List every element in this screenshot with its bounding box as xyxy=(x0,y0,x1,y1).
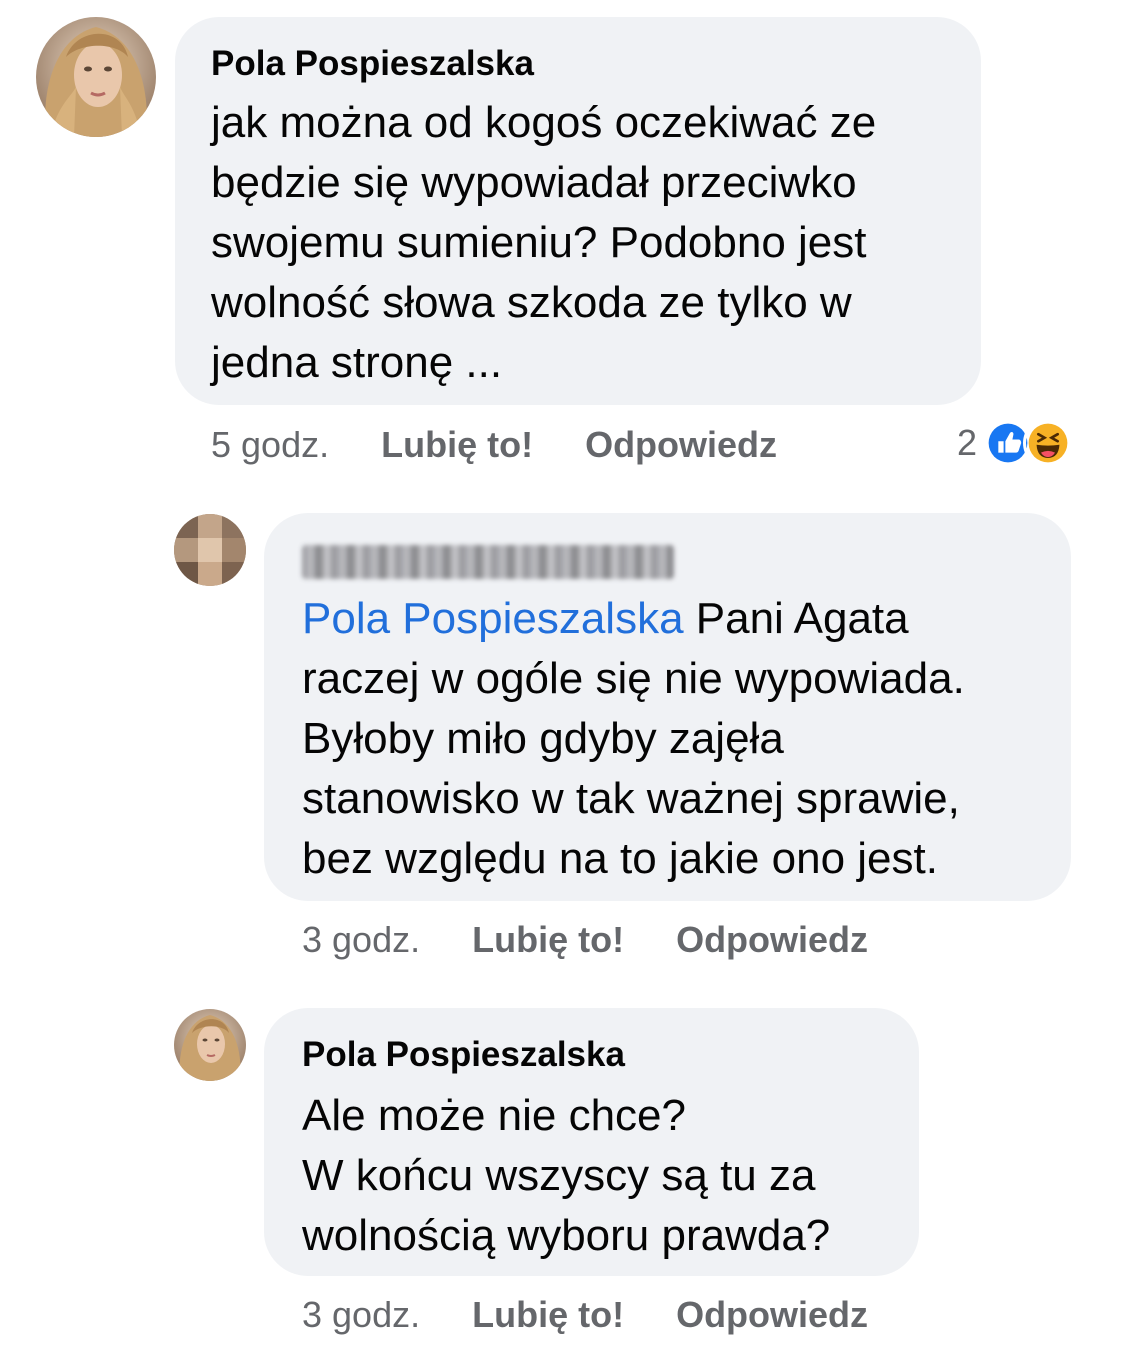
reaction-count: 2 xyxy=(957,422,978,463)
comment-text: Pola Pospieszalska Pani Agata raczej w o… xyxy=(302,589,1035,889)
comment-text-line: bez względu na to jakie ono jest. xyxy=(302,834,938,883)
comment-text: jak można od kogoś oczekiwać ze będzie s… xyxy=(211,93,945,393)
reactions-summary[interactable]: 2 xyxy=(957,418,1074,468)
comment-text-line: W końcu wszyscy są tu za xyxy=(302,1151,816,1200)
comment-text: Ale może nie chce? W końcu wszyscy są tu… xyxy=(302,1086,883,1266)
comment-meta: 3 godz. Lubię to! Odpowiedz xyxy=(302,1295,868,1335)
comment-text-line: raczej w ogóle się nie wypowiada. xyxy=(302,654,965,703)
comment-timestamp[interactable]: 3 godz. xyxy=(302,1295,420,1335)
comment-text-line: Ale może nie chce? xyxy=(302,1091,686,1140)
comment-bubble: Pola Pospieszalska Ale może nie chce? W … xyxy=(264,1008,919,1276)
comment-text-line: jak można od kogoś oczekiwać ze xyxy=(211,98,877,147)
comment-timestamp[interactable]: 3 godz. xyxy=(302,920,420,960)
comment-author[interactable]: Pola Pospieszalska xyxy=(302,1034,883,1076)
reply-button[interactable]: Odpowiedz xyxy=(676,920,868,960)
avatar[interactable] xyxy=(36,17,156,137)
avatar[interactable] xyxy=(174,514,246,586)
comment-bubble: Pola Pospieszalska jak można od kogoś oc… xyxy=(175,17,981,405)
like-button[interactable]: Lubię to! xyxy=(472,1295,624,1335)
comment-meta: 5 godz. Lubię to! Odpowiedz xyxy=(211,425,777,465)
reply-button[interactable]: Odpowiedz xyxy=(676,1295,868,1335)
like-button[interactable]: Lubię to! xyxy=(472,920,624,960)
like-button[interactable]: Lubię to! xyxy=(381,425,533,465)
comment-text-line: wolnością wyboru prawda? xyxy=(302,1211,831,1260)
avatar[interactable] xyxy=(174,1009,246,1081)
comment-text-line: swojemu sumieniu? Podobno jest xyxy=(211,218,867,267)
comment-bubble: Pola Pospieszalska Pani Agata raczej w o… xyxy=(264,513,1071,901)
haha-icon xyxy=(1023,418,1074,468)
comment-text-line: wolność słowa szkoda ze tylko w xyxy=(211,278,852,327)
comment-text-line: Pani Agata xyxy=(683,594,909,643)
reply-button[interactable]: Odpowiedz xyxy=(585,425,777,465)
comment-author[interactable]: Pola Pospieszalska xyxy=(211,43,945,85)
comment-meta: 3 godz. Lubię to! Odpowiedz xyxy=(302,920,868,960)
comment-text-line: będzie się wypowiadał przeciwko xyxy=(211,158,857,207)
comment-text-line: jedna stronę ... xyxy=(211,338,503,387)
comment-text-line: Byłoby miło gdyby zajęła xyxy=(302,714,784,763)
comment-text-line: stanowisko w tak ważnej sprawie, xyxy=(302,774,960,823)
mention-link[interactable]: Pola Pospieszalska xyxy=(302,594,684,643)
comment-author-redacted[interactable] xyxy=(302,545,674,579)
comment-timestamp[interactable]: 5 godz. xyxy=(211,425,329,465)
